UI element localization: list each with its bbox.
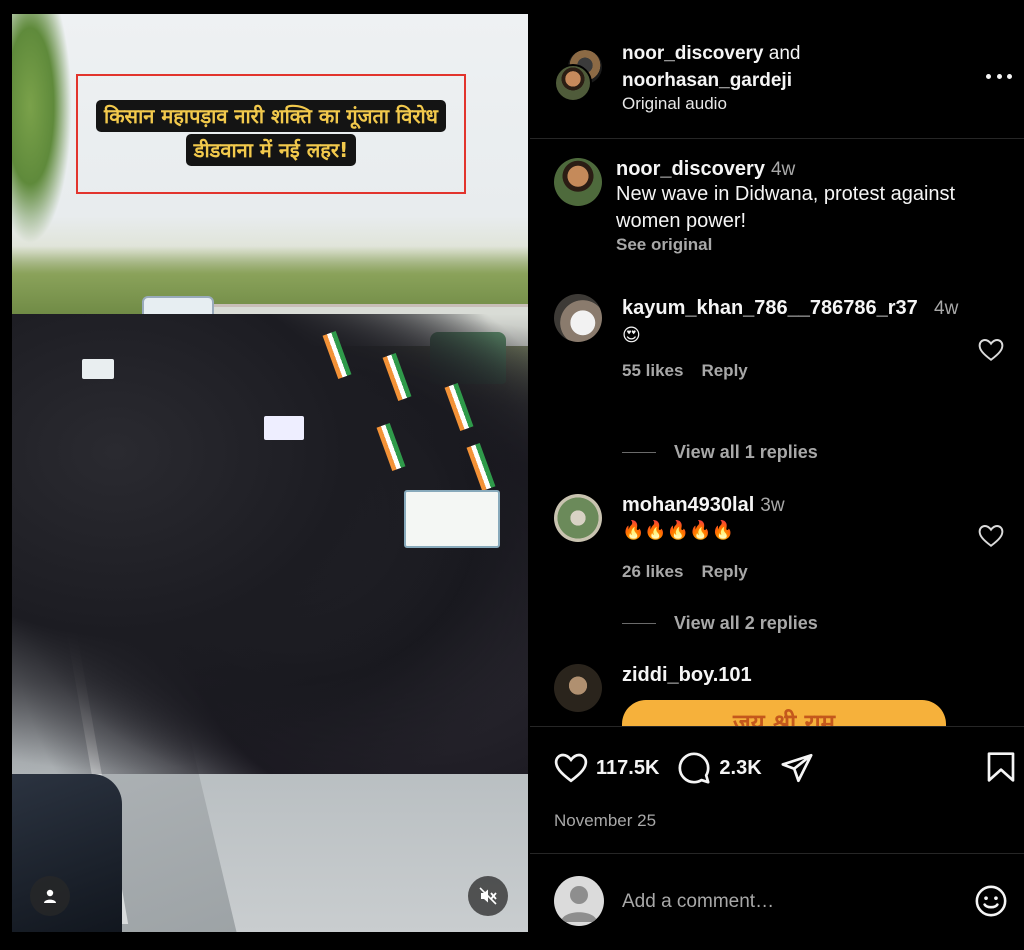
tree-foliage [12, 14, 72, 244]
comments-total[interactable]: 2.3K [719, 757, 761, 780]
save-button[interactable] [986, 751, 1016, 788]
comment-time[interactable]: 3w [760, 495, 784, 516]
author-link[interactable]: noorhasan_gardeji [622, 70, 792, 91]
share-button[interactable] [780, 751, 822, 785]
comment-username[interactable]: mohan4930lal [622, 494, 754, 516]
reply-button[interactable]: Reply [701, 562, 747, 581]
protest-placard [82, 359, 114, 379]
and-text: and [768, 43, 801, 64]
more-icon-dot [996, 73, 1002, 79]
person-icon [44, 889, 56, 903]
heart-icon [554, 753, 588, 783]
view-replies-button[interactable]: View all 2 replies [622, 613, 818, 634]
caption-line-1: किसान महापड़ाव नारी शक्ति का गूंजता विरो… [96, 100, 446, 132]
comment-body: noor_discovery 4w New wave in Didwana, pr… [616, 158, 996, 255]
mute-icon [479, 887, 497, 905]
comment-item: kayum_khan_786__786786_r37 😍 55 likes Rep… [554, 294, 1004, 464]
more-options-button[interactable] [986, 68, 1012, 84]
view-replies-button[interactable]: View all 1 replies [622, 442, 818, 463]
post-actions-area: 117.5K 2.3K November 25 [530, 726, 1024, 932]
avatar [554, 876, 604, 926]
caption-line-2: डीडवाना में नई लहर! [185, 134, 357, 166]
comment-text: New wave in Didwana, protest against wom… [616, 183, 956, 232]
post-actions: 117.5K 2.3K [554, 751, 840, 785]
likes-count[interactable]: 26 likes [622, 562, 683, 581]
reply-button[interactable]: Reply [701, 361, 747, 380]
comment-time[interactable]: 4w [934, 296, 958, 322]
comment-username[interactable]: noor_discovery [616, 158, 765, 180]
comment-header: noor_discovery 4w [616, 158, 996, 181]
reply-dash [622, 623, 656, 624]
author-link[interactable]: noor_discovery [622, 43, 764, 64]
protest-placard [264, 416, 304, 440]
comment-body: mohan4930lal 3w 🔥🔥🔥🔥🔥 26 likes Reply [622, 494, 952, 582]
comment-meta: 55 likes Reply [622, 361, 922, 381]
bookmark-icon [987, 752, 1015, 782]
comment-username[interactable]: kayum_khan_786__786786_r37 [622, 294, 922, 322]
protest-placard [404, 490, 500, 548]
likes-total[interactable]: 117.5K [596, 757, 659, 780]
comment-image-sticker: जय श्री राम [622, 700, 946, 726]
comment-button[interactable]: 2.3K [677, 751, 762, 785]
add-comment-input[interactable] [622, 888, 942, 916]
post-side-panel: noor_discovery and noorhasan_gardeji Ori… [530, 14, 1024, 932]
comment-body: ziddi_boy.101 [622, 664, 952, 687]
default-avatar-icon [561, 886, 597, 922]
comment-meta: 26 likes Reply [622, 562, 952, 582]
comment-username[interactable]: ziddi_boy.101 [622, 664, 952, 687]
comment-text: 🔥🔥🔥🔥🔥 [622, 520, 735, 540]
like-comment-icon[interactable] [978, 338, 1004, 362]
view-replies-label: View all 2 replies [674, 613, 818, 633]
more-icon [986, 73, 991, 79]
avatar[interactable] [554, 294, 602, 342]
comment-icon [678, 752, 710, 784]
more-icon-dot [1007, 73, 1012, 79]
reply-dash [622, 452, 656, 453]
share-icon [781, 753, 813, 783]
emoji-button[interactable] [974, 884, 1008, 923]
avatar[interactable] [554, 64, 592, 102]
avatar[interactable] [554, 158, 602, 206]
comment-header: mohan4930lal 3w [622, 494, 952, 517]
parked-car [12, 774, 122, 932]
comment-text: 😍 [622, 325, 641, 345]
add-comment-bar [530, 853, 1024, 933]
avatar[interactable] [554, 494, 602, 542]
post-header: noor_discovery and noorhasan_gardeji Ori… [530, 14, 1024, 139]
video-caption: किसान महापड़ाव नारी शक्ति का गूंजता विरो… [84, 100, 458, 168]
emoji-icon [975, 885, 1007, 917]
likes-count[interactable]: 55 likes [622, 361, 683, 380]
avatar[interactable] [554, 664, 602, 712]
post-authors: noor_discovery and noorhasan_gardeji [622, 40, 800, 94]
comment-time[interactable]: 4w [771, 159, 795, 180]
comments-list[interactable]: noor_discovery 4w New wave in Didwana, pr… [530, 140, 1024, 726]
post-date[interactable]: November 25 [554, 811, 656, 831]
audio-link[interactable]: Original audio [622, 94, 727, 114]
like-button[interactable]: 117.5K [554, 752, 659, 784]
caption-comment: noor_discovery 4w New wave in Didwana, pr… [554, 158, 1004, 268]
post-media[interactable]: किसान महापड़ाव नारी शक्ति का गूंजता विरो… [12, 14, 528, 932]
view-replies-label: View all 1 replies [674, 442, 818, 462]
comment-body: kayum_khan_786__786786_r37 😍 55 likes Rep… [622, 294, 922, 381]
see-original-link[interactable]: See original [616, 235, 996, 255]
mute-button[interactable] [468, 876, 508, 916]
tagged-people-button[interactable] [30, 876, 70, 916]
comment-item: mohan4930lal 3w 🔥🔥🔥🔥🔥 26 likes Reply [554, 494, 1004, 604]
like-comment-icon[interactable] [978, 524, 1004, 548]
